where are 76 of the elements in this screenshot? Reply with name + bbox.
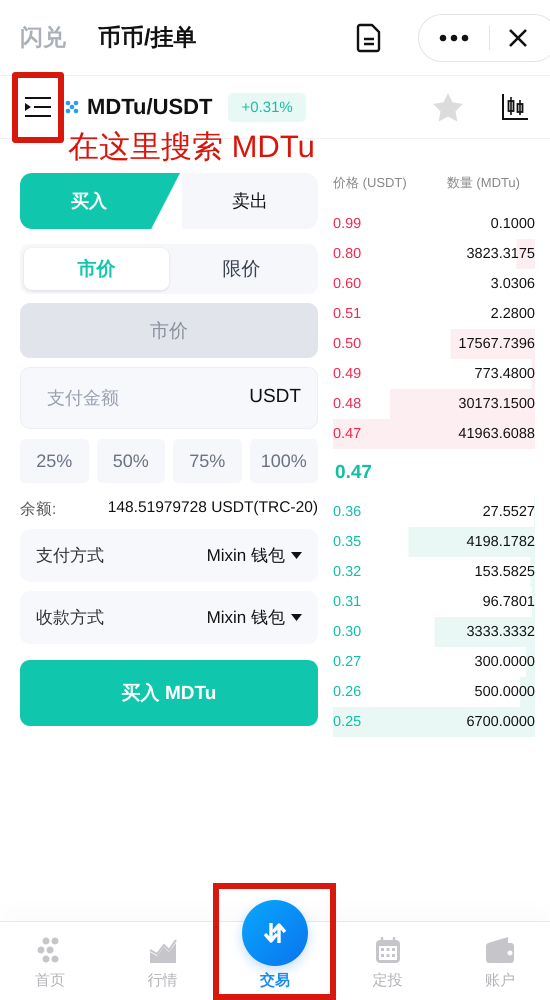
order-amount: 17567.7396	[458, 336, 535, 352]
order-price[interactable]: 0.48	[333, 396, 362, 412]
order-book-row[interactable]: 0.80 3823.3175	[333, 239, 535, 269]
candlestick-chart-icon[interactable]	[502, 94, 528, 120]
order-price[interactable]: 0.32	[333, 564, 362, 580]
order-amount: 153.5825	[474, 564, 535, 580]
order-type-tab[interactable]: 限价	[169, 248, 314, 290]
order-book-row[interactable]: 0.50 17567.7396	[333, 329, 535, 359]
order-book-row[interactable]: 0.30 3333.3332	[333, 617, 535, 647]
calendar-icon	[376, 937, 400, 963]
pair-symbol[interactable]: MDTu/USDT	[87, 94, 212, 120]
percent-button[interactable]: 50%	[96, 439, 165, 483]
order-amount: 30173.1500	[458, 396, 535, 412]
order-price[interactable]: 0.35	[333, 534, 362, 550]
more-icon[interactable]	[439, 34, 469, 42]
column-header: 价格 (USDT)	[333, 174, 407, 192]
order-amount: 300.0000	[474, 654, 535, 670]
order-book-row[interactable]: 0.48 30173.1500	[333, 389, 535, 419]
percent-button[interactable]: 75%	[173, 439, 242, 483]
nav-tab[interactable]: 交易	[225, 890, 325, 993]
order-price[interactable]: 0.99	[333, 216, 362, 232]
star-icon[interactable]	[432, 92, 464, 122]
order-price[interactable]: 0.51	[333, 306, 362, 322]
balance-value: 148.51979728 USDT(TRC-20)	[108, 499, 318, 518]
order-book-row[interactable]: 0.26 500.0000	[333, 677, 535, 707]
highlight-frame	[12, 72, 64, 143]
order-price[interactable]: 0.27	[333, 654, 362, 670]
menu-icon[interactable]	[25, 97, 51, 117]
order-book-row[interactable]: 0.35 4198.1782	[333, 527, 535, 557]
order-amount: 3823.3175	[466, 246, 535, 262]
order-book-row[interactable]: 0.36 27.5527	[333, 497, 535, 527]
method-selector[interactable]: 收款方式 Mixin 钱包	[20, 591, 318, 644]
order-price[interactable]: 0.47	[333, 426, 362, 442]
order-price[interactable]: 0.80	[333, 246, 362, 262]
order-amount: 6700.0000	[466, 714, 535, 730]
annotation-text: 在这里搜索 MDTu	[68, 129, 315, 164]
order-price[interactable]: 0.30	[333, 624, 362, 640]
order-amount: 773.4800	[474, 366, 535, 382]
order-amount: 4198.1782	[466, 534, 535, 550]
order-amount: 41963.6088	[458, 426, 535, 442]
order-price[interactable]: 0.31	[333, 594, 362, 610]
order-amount: 3333.3332	[466, 624, 535, 640]
header-tab[interactable]: 币币/挂单	[98, 22, 196, 53]
order-price[interactable]: 0.36	[333, 504, 362, 520]
order-amount: 27.5527	[482, 504, 535, 520]
percent-button[interactable]: 25%	[20, 439, 88, 483]
order-book-row[interactable]: 0.27 300.0000	[333, 647, 535, 677]
close-icon[interactable]	[508, 28, 528, 48]
coin-logo-icon	[65, 100, 79, 114]
method-selector[interactable]: 支付方式 Mixin 钱包	[20, 529, 318, 582]
change-badge: +0.31%	[228, 92, 306, 122]
last-price: 0.47	[335, 462, 372, 484]
side-tab[interactable]: 卖出	[182, 173, 318, 229]
trend-chart-icon	[148, 937, 176, 963]
order-amount: 2.2800	[490, 306, 535, 322]
order-price[interactable]: 0.26	[333, 684, 362, 700]
order-book-row[interactable]: 0.47 41963.6088	[333, 419, 535, 449]
document-icon[interactable]	[356, 22, 382, 52]
percent-button[interactable]: 100%	[250, 439, 318, 483]
column-header: 数量 (MDTu)	[446, 174, 520, 192]
order-amount: 96.7801	[482, 594, 535, 610]
order-price[interactable]: 0.60	[333, 276, 362, 292]
order-price[interactable]: 0.50	[333, 336, 362, 352]
balance-label: 余额:	[20, 500, 56, 520]
order-amount: 500.0000	[474, 684, 535, 700]
unit-label: USDT	[249, 386, 301, 408]
order-book-row[interactable]: 0.49 773.4800	[333, 359, 535, 389]
order-book-row[interactable]: 0.25 6700.0000	[333, 707, 535, 737]
caret-icon	[291, 614, 302, 621]
order-price[interactable]: 0.49	[333, 366, 362, 382]
wallet-icon	[486, 937, 514, 963]
caret-icon	[291, 552, 302, 559]
order-amount: 3.0306	[490, 276, 535, 292]
order-book-row[interactable]: 0.32 153.5825	[333, 557, 535, 587]
order-amount: 0.1000	[490, 216, 535, 232]
order-book-row[interactable]: 0.31 96.7801	[333, 587, 535, 617]
